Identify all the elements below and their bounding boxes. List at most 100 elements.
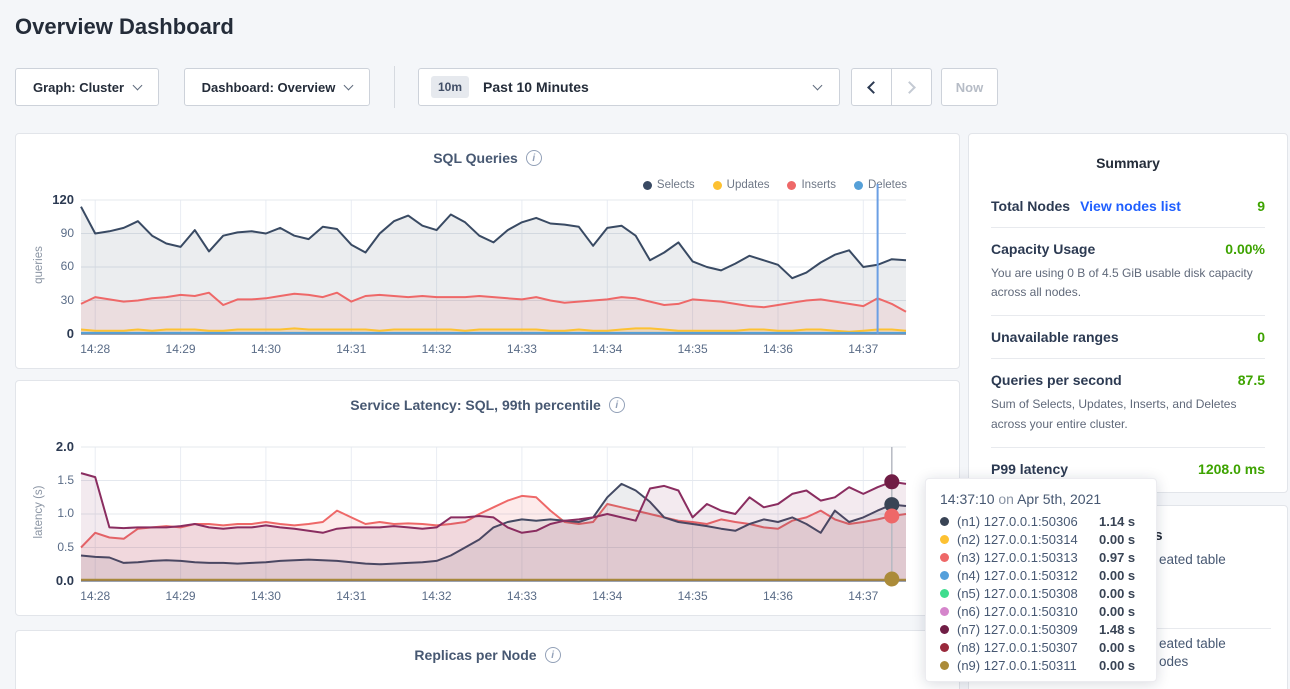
tooltip-row: (n9) 127.0.0.1:503110.00 s: [940, 656, 1142, 674]
event-item-text: odes: [1159, 654, 1188, 669]
tooltip-node-label: (n3) 127.0.0.1:50313: [957, 550, 1099, 565]
summary-title: Summary: [969, 134, 1287, 171]
series-dot-icon: [940, 589, 949, 598]
summary-row-value: 9: [1257, 198, 1265, 214]
summary-row: Total Nodes View nodes list 9: [991, 185, 1265, 228]
summary-row-label: Unavailable ranges: [991, 329, 1119, 345]
summary-row-value: 87.5: [1238, 372, 1265, 388]
summary-row-main: Unavailable ranges 0: [991, 329, 1265, 345]
x-tick-label: 14:31: [321, 342, 381, 356]
time-range-badge: 10m: [431, 76, 469, 98]
chart-svg: [81, 200, 906, 334]
legend-label: Selects: [657, 179, 695, 191]
controls-divider: [394, 66, 395, 108]
graph-dropdown[interactable]: Graph: Cluster: [15, 68, 159, 106]
x-tick-label: 14:28: [65, 342, 125, 356]
series-dot-icon: [940, 517, 949, 526]
series-dot-icon: [940, 625, 949, 634]
x-tick-label: 14:30: [236, 342, 296, 356]
chevron-left-icon: [867, 81, 880, 94]
chart-header: Service Latency: SQL, 99th percentile i: [16, 381, 959, 413]
summary-row: Queries per second87.5Sum of Selects, Up…: [991, 359, 1265, 447]
x-tick-label: 14:28: [65, 589, 125, 603]
tooltip-node-label: (n7) 127.0.0.1:50309: [957, 622, 1099, 637]
x-tick-label: 14:31: [321, 589, 381, 603]
tooltip-row: (n2) 127.0.0.1:503140.00 s: [940, 530, 1142, 548]
x-tick-label: 14:32: [407, 589, 467, 603]
time-next-button[interactable]: [891, 68, 932, 106]
legend-label: Deletes: [868, 179, 907, 191]
info-icon[interactable]: i: [545, 647, 561, 663]
dashboard-dropdown[interactable]: Dashboard: Overview: [184, 68, 370, 106]
tooltip-node-value: 0.00 s: [1099, 586, 1135, 601]
summary-panel: Summary Total Nodes View nodes list 9 Capac…: [968, 133, 1288, 493]
tooltip-node-value: 0.97 s: [1099, 550, 1135, 565]
time-range-label: Past 10 Minutes: [483, 79, 589, 95]
summary-row-value: 0: [1257, 329, 1265, 345]
info-icon[interactable]: i: [526, 150, 542, 166]
chart-legend: Selects Updates Inserts Deletes: [643, 179, 907, 191]
time-range-dropdown[interactable]: 10m Past 10 Minutes: [418, 68, 840, 106]
series-dot-icon: [940, 661, 949, 670]
x-tick-label: 14:32: [407, 342, 467, 356]
x-tick-label: 14:36: [748, 589, 808, 603]
legend-item-updates[interactable]: Updates: [713, 179, 770, 191]
x-tick-label: 14:33: [492, 589, 552, 603]
tooltip-node-label: (n2) 127.0.0.1:50314: [957, 532, 1099, 547]
chart-header: Replicas per Node i: [16, 631, 959, 663]
page-title: Overview Dashboard: [15, 14, 234, 40]
x-tick-label: 14:36: [748, 342, 808, 356]
x-tick-label: 14:37: [833, 589, 893, 603]
view-nodes-list-link[interactable]: View nodes list: [1080, 198, 1181, 214]
summary-row-label: P99 latency: [991, 461, 1068, 477]
tooltip-node-value: 0.00 s: [1099, 532, 1135, 547]
chart-svg: [81, 447, 906, 581]
summary-row-label: Capacity Usage: [991, 241, 1095, 257]
tooltip-node-value: 1.48 s: [1099, 622, 1135, 637]
tooltip-node-label: (n5) 127.0.0.1:50308: [957, 586, 1099, 601]
now-button[interactable]: Now: [941, 68, 998, 106]
legend-item-deletes[interactable]: Deletes: [854, 179, 907, 191]
time-prev-button[interactable]: [851, 68, 892, 106]
tooltip-rows: (n1) 127.0.0.1:503061.14 s(n2) 127.0.0.1…: [940, 512, 1142, 674]
summary-row-main: Capacity Usage0.00%: [991, 241, 1265, 257]
event-item-text: eated table: [1159, 552, 1226, 567]
legend-dot-icon: [713, 181, 722, 190]
summary-row-main: Total Nodes View nodes list 9: [991, 198, 1265, 214]
legend-item-inserts[interactable]: Inserts: [787, 179, 836, 191]
sql-queries-chart[interactable]: [81, 200, 906, 334]
tooltip-node-value: 0.00 s: [1099, 640, 1135, 655]
tooltip-row: (n1) 127.0.0.1:503061.14 s: [940, 512, 1142, 530]
info-icon[interactable]: i: [609, 397, 625, 413]
chevron-right-icon: [903, 81, 916, 94]
x-tick-label: 14:35: [663, 589, 723, 603]
x-tick-label: 14:34: [577, 589, 637, 603]
chevron-down-icon: [133, 80, 143, 90]
chart-hover-tooltip: 14:37:10 on Apr 5th, 2021 (n1) 127.0.0.1…: [925, 478, 1157, 682]
tooltip-node-value: 0.00 s: [1099, 568, 1135, 583]
tooltip-node-label: (n9) 127.0.0.1:50311: [957, 658, 1099, 673]
series-dot-icon: [940, 553, 949, 562]
tooltip-row: (n5) 127.0.0.1:503080.00 s: [940, 584, 1142, 602]
y-axis-label: latency (s): [33, 445, 45, 579]
chart-title: Service Latency: SQL, 99th percentile: [350, 397, 601, 413]
tooltip-connector: on: [998, 491, 1014, 507]
chevron-down-icon: [813, 81, 823, 91]
chart-title: Replicas per Node: [414, 647, 536, 663]
y-axis-label: queries: [33, 198, 45, 332]
tooltip-node-value: 1.14 s: [1099, 514, 1135, 529]
tooltip-node-label: (n8) 127.0.0.1:50307: [957, 640, 1099, 655]
tooltip-row: (n4) 127.0.0.1:503120.00 s: [940, 566, 1142, 584]
summary-row-label: Total Nodes: [991, 198, 1070, 214]
x-tick-label: 14:34: [577, 342, 637, 356]
service-latency-chart[interactable]: [81, 447, 906, 581]
tooltip-date: Apr 5th, 2021: [1017, 491, 1101, 507]
summary-row: Unavailable ranges 0: [991, 316, 1265, 359]
summary-rows: Total Nodes View nodes list 9 Capacity Usag…: [969, 185, 1287, 490]
summary-row-label: Queries per second: [991, 372, 1122, 388]
x-tick-label: 14:29: [151, 589, 211, 603]
legend-item-selects[interactable]: Selects: [643, 179, 695, 191]
replicas-per-node-card: Replicas per Node i: [15, 630, 960, 689]
event-item-text: eated table: [1159, 636, 1226, 651]
series-dot-icon: [940, 607, 949, 616]
